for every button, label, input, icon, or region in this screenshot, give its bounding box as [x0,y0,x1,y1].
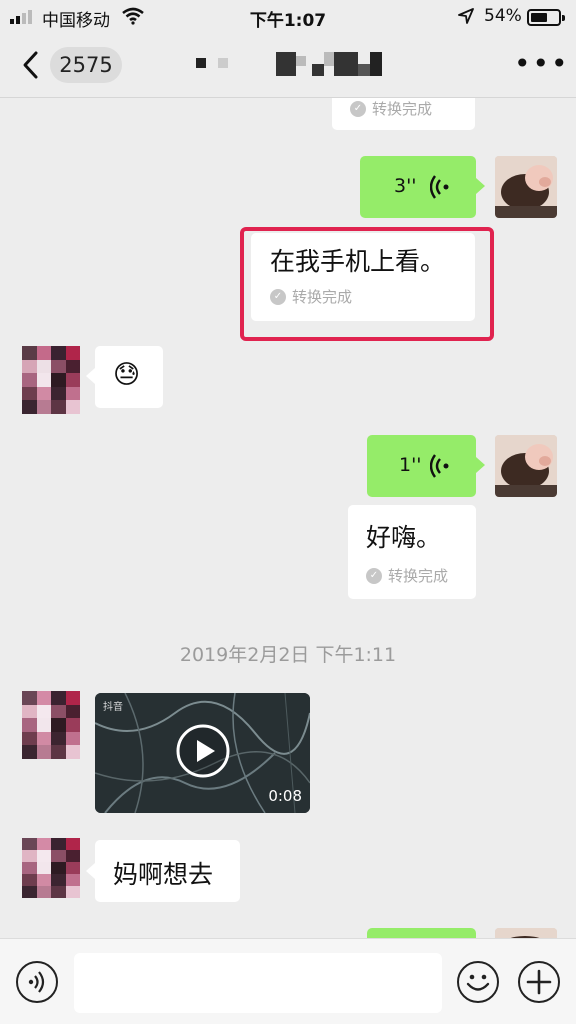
conversion-status: ✓ 转换完成 [350,98,432,119]
bubble-tail [86,863,95,879]
voice-playback-icon [430,454,449,478]
my-avatar[interactable] [495,156,557,218]
voice-toggle-button[interactable] [16,961,58,1003]
battery-percent: 54% [484,6,522,26]
more-actions-button[interactable] [518,961,560,1003]
video-logo: 抖音 [103,702,123,713]
text-message-bubble[interactable]: 妈啊想去 [95,840,240,902]
message-list[interactable]: ✓ 转换完成 3'' 在我手机上看。 ✓ 转换完成 😓 1'' 好嗨。 ✓ 转换… [0,98,576,938]
message-input-bar [0,938,576,1024]
video-message[interactable]: 抖音 0:08 [95,693,310,813]
bubble-tail [86,368,95,384]
conversion-label: 转换完成 [372,100,433,118]
contact-avatar[interactable] [22,838,80,898]
my-avatar[interactable] [495,928,557,938]
conversion-status: ✓ 转换完成 [366,565,448,586]
contact-avatar[interactable] [22,691,80,759]
chat-header: 2575 ••• [0,34,576,98]
check-circle-icon: ✓ [350,100,366,117]
battery-icon [527,9,565,26]
transcribed-text: 好嗨。 [366,523,442,552]
voice-to-text-bubble[interactable]: 好嗨。 ✓ 转换完成 [348,505,476,599]
location-arrow-icon [458,8,474,24]
chevron-left-icon[interactable] [18,48,44,82]
pig-photo [495,156,557,218]
unread-count-badge[interactable]: 2575 [50,47,122,83]
more-options-button[interactable]: ••• [514,50,570,78]
message-text: 妈啊想去 [113,860,214,889]
highlight-box [240,227,494,341]
chat-timestamp: 2019年2月2日 下午1:11 [179,644,397,666]
message-input[interactable] [74,953,442,1013]
pig-photo [495,435,557,497]
voice-message-bubble-partial[interactable] [367,928,476,938]
voice-wave-icon [28,971,45,993]
emoji-button[interactable] [457,961,499,1003]
voice-duration: 1'' [399,454,422,476]
video-duration: 0:08 [268,787,302,805]
voice-playback-icon [430,175,449,199]
status-bar: 中国移动 下午1:07 54% [0,0,576,34]
contact-avatar[interactable] [22,346,80,414]
check-circle-icon: ✓ [366,567,382,584]
emoji-message-bubble[interactable]: 😓 [95,346,163,408]
my-avatar[interactable] [495,435,557,497]
voice-duration: 3'' [394,175,417,197]
smiley-icon [466,974,490,991]
pig-photo [495,928,557,938]
plus-icon [526,969,552,995]
bubble-tail [476,178,485,194]
voice-message-bubble[interactable]: 1'' [367,435,476,497]
bubble-tail [476,457,485,473]
emoji-sweat-icon: 😓 [113,360,141,390]
play-icon[interactable] [175,723,231,779]
voice-message-bubble[interactable]: 3'' [360,156,476,218]
conversion-label: 转换完成 [388,567,449,585]
